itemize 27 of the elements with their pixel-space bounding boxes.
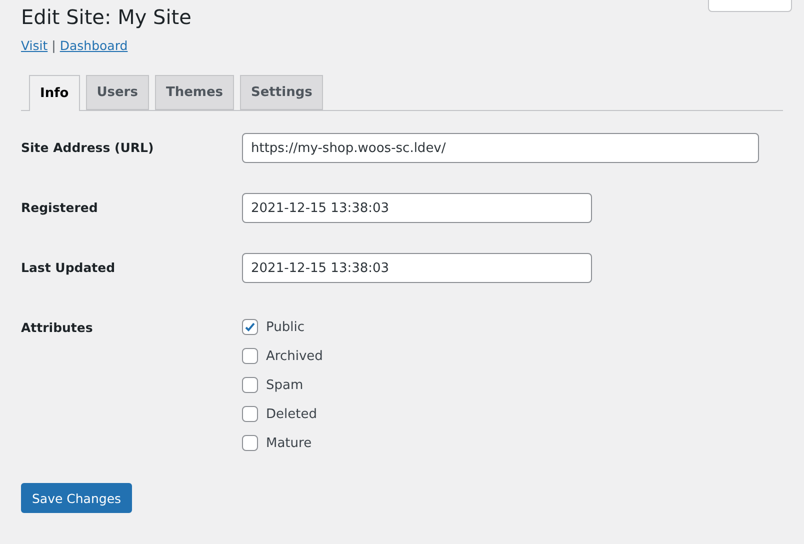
page-title: Edit Site: My Site: [21, 4, 192, 30]
checkbox[interactable]: [242, 406, 258, 422]
link-separator: |: [52, 38, 56, 53]
checkbox[interactable]: [242, 435, 258, 451]
input-field[interactable]: 2021-12-15 13:38:03: [242, 253, 592, 283]
field-label: Registered: [21, 199, 99, 217]
visit-link[interactable]: Visit: [21, 38, 48, 53]
tab[interactable]: Users: [86, 75, 149, 110]
checkbox[interactable]: [242, 348, 258, 364]
checkbox-label: Public: [266, 320, 304, 334]
checkbox[interactable]: [242, 319, 258, 335]
input-field[interactable]: https://my-shop.woos-sc.ldev/: [242, 133, 759, 163]
checkbox-label: Archived: [266, 348, 323, 364]
tab[interactable]: Settings: [240, 75, 324, 110]
checkbox-label: Deleted: [266, 406, 317, 422]
checkbox-label: Spam: [266, 378, 304, 392]
tab[interactable]: Themes: [154, 75, 234, 110]
save-changes-button[interactable]: Save Changes: [21, 483, 132, 513]
input-field[interactable]: 2021-12-15 13:38:03: [242, 193, 592, 223]
field-label: Site Address (URL): [21, 139, 155, 157]
field-label: Last Updated: [21, 259, 116, 277]
checkbox-label: Mature: [266, 436, 312, 450]
field-label: Attributes: [21, 319, 94, 337]
tab[interactable]: Info: [29, 75, 80, 111]
dashboard-link[interactable]: Dashboard: [60, 38, 128, 53]
checkmark-icon: [244, 321, 256, 333]
checkbox[interactable]: [242, 377, 258, 393]
